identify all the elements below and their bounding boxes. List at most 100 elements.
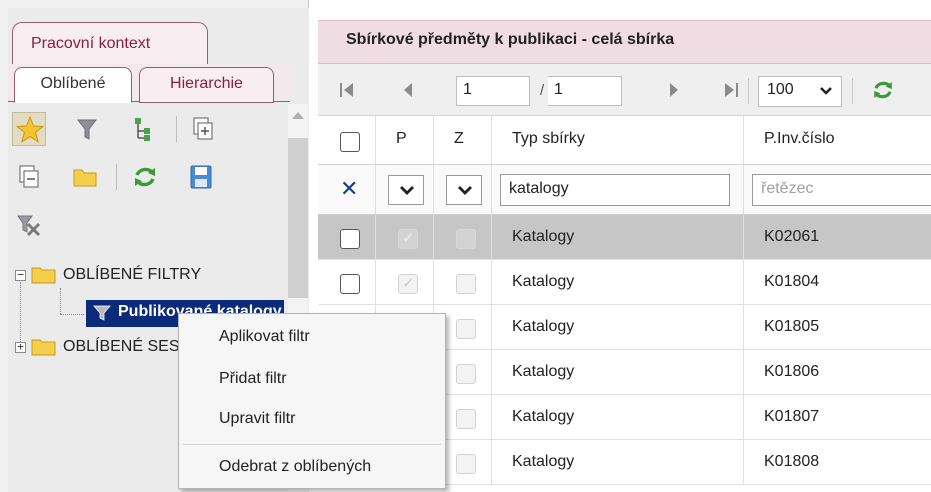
column-header-typ-sbirky[interactable]: Typ sbírky bbox=[492, 116, 744, 164]
filter-z-cell bbox=[434, 165, 492, 214]
menu-separator bbox=[183, 444, 441, 445]
folder-open-icon bbox=[31, 267, 56, 284]
tree-connector bbox=[20, 282, 21, 348]
pager-toolbar: 1 / 1 100 bbox=[318, 64, 931, 116]
favorites-star-button[interactable] bbox=[12, 112, 46, 146]
z-checkbox bbox=[456, 229, 476, 249]
clear-filter-icon[interactable]: ✕ bbox=[340, 177, 358, 201]
filter-z-dropdown[interactable] bbox=[446, 175, 482, 205]
grid-header-bar: Sbírkové předměty k publikaci - celá sbí… bbox=[318, 20, 931, 64]
scroll-up-arrow-icon[interactable] bbox=[292, 112, 304, 119]
previous-page-icon[interactable] bbox=[398, 79, 420, 101]
remove-filter-icon bbox=[17, 215, 41, 237]
filter-p-dropdown[interactable] bbox=[388, 175, 424, 205]
column-header-label: P bbox=[396, 130, 407, 147]
filter-button[interactable] bbox=[70, 112, 104, 146]
expand-all-button[interactable] bbox=[186, 112, 220, 146]
filter-typ-cell: katalogy bbox=[492, 165, 744, 214]
total-pages-field: 1 bbox=[548, 76, 622, 106]
scroll-thumb[interactable] bbox=[288, 138, 308, 298]
table-row[interactable]: ✓ Katalogy K01804 bbox=[318, 260, 931, 305]
cell-typ: Katalogy bbox=[512, 228, 575, 245]
cell-typ: Katalogy bbox=[512, 363, 575, 380]
tree-collapse-toggle[interactable]: − bbox=[15, 269, 26, 281]
toolbar-row-3 bbox=[8, 200, 290, 248]
folder-icon bbox=[31, 339, 56, 356]
tree-expand-toggle[interactable]: + bbox=[15, 341, 26, 353]
column-header-p[interactable]: P bbox=[376, 116, 434, 164]
refresh-icon bbox=[135, 167, 155, 187]
z-checkbox bbox=[456, 274, 476, 294]
collapse-all-button[interactable] bbox=[12, 160, 46, 194]
grid-header-row: P Z Typ sbírky P.Inv.číslo bbox=[318, 116, 931, 165]
page-size-value: 100 bbox=[767, 81, 794, 98]
refresh-button[interactable] bbox=[128, 160, 162, 194]
menu-item-aplikovat-filtr[interactable]: Aplikovat filtr bbox=[179, 318, 445, 356]
select-all-checkbox[interactable] bbox=[340, 132, 360, 152]
row-checkbox[interactable] bbox=[340, 274, 360, 294]
cell-inv: K02061 bbox=[764, 228, 820, 245]
star-icon bbox=[15, 115, 45, 143]
page-size-select[interactable]: 100 bbox=[758, 76, 842, 107]
z-checkbox bbox=[456, 364, 476, 384]
next-page-icon[interactable] bbox=[662, 79, 684, 101]
cell-inv: K01807 bbox=[764, 408, 820, 425]
row-checkbox[interactable] bbox=[340, 229, 360, 249]
p-checkbox: ✓ bbox=[398, 229, 418, 249]
menu-item-odebrat-z-oblibenych[interactable]: Odebrat z oblíbených bbox=[179, 448, 445, 486]
tab-oblibene[interactable]: Oblíbené bbox=[14, 67, 132, 103]
z-checkbox bbox=[456, 454, 476, 474]
toolbar-row-1 bbox=[8, 104, 290, 152]
z-checkbox bbox=[456, 319, 476, 339]
first-page-icon[interactable] bbox=[336, 79, 358, 101]
tab-hierarchie[interactable]: Hierarchie bbox=[139, 67, 274, 103]
column-header-z[interactable]: Z bbox=[434, 116, 492, 164]
cell-inv: K01805 bbox=[764, 318, 820, 335]
tree-structure-button[interactable] bbox=[124, 112, 158, 146]
remove-filter-button[interactable] bbox=[12, 208, 46, 242]
refresh-icon[interactable] bbox=[868, 75, 898, 105]
cell-inv: K01804 bbox=[764, 273, 820, 290]
current-page-input[interactable]: 1 bbox=[456, 76, 530, 106]
cell-typ: Katalogy bbox=[512, 453, 575, 470]
pager-separator bbox=[748, 78, 749, 104]
table-row[interactable]: ✓ Katalogy K02061 bbox=[318, 215, 931, 260]
tree-node-oblibene-filtry[interactable]: OBLÍBENÉ FILTRY bbox=[63, 266, 201, 284]
last-page-icon[interactable] bbox=[720, 79, 742, 101]
save-button[interactable] bbox=[184, 160, 218, 194]
cell-inv: K01808 bbox=[764, 453, 820, 470]
grid-filter-row: ✕ katalogy řetězec bbox=[318, 165, 931, 215]
hierarchy-icon bbox=[135, 118, 150, 141]
menu-item-upravit-filtr[interactable]: Upravit filtr bbox=[179, 400, 445, 438]
clear-filter-cell: ✕ bbox=[318, 165, 376, 214]
filter-p-cell bbox=[376, 165, 434, 214]
column-header-label: Typ sbírky bbox=[512, 130, 585, 147]
chevron-down-icon bbox=[820, 87, 832, 95]
column-header-inv-cislo[interactable]: P.Inv.číslo bbox=[744, 116, 931, 164]
funnel-icon bbox=[76, 119, 98, 140]
filter-typ-input[interactable]: katalogy bbox=[500, 174, 730, 206]
select-all-cell bbox=[318, 116, 376, 164]
toolbar-row-2 bbox=[8, 152, 290, 200]
cell-typ: Katalogy bbox=[512, 318, 575, 335]
chevron-down-icon bbox=[400, 186, 414, 195]
expand-all-icon bbox=[193, 117, 213, 140]
folder-button[interactable] bbox=[68, 160, 102, 194]
p-checkbox: ✓ bbox=[398, 274, 418, 294]
folder-icon bbox=[73, 169, 97, 187]
column-header-label: Z bbox=[454, 130, 464, 147]
column-header-label: P.Inv.číslo bbox=[764, 130, 835, 147]
tab-pracovni-kontext[interactable]: Pracovní kontext bbox=[12, 22, 208, 66]
context-menu: Aplikovat filtr Přidat filtr Upravit fil… bbox=[178, 313, 446, 489]
pager-separator bbox=[852, 78, 853, 104]
filter-inv-input[interactable]: řetězec bbox=[752, 174, 931, 206]
menu-item-pridat-filtr[interactable]: Přidat filtr bbox=[179, 360, 445, 398]
funnel-icon bbox=[93, 305, 111, 321]
tree-connector bbox=[60, 314, 84, 315]
page-title: Sbírkové předměty k publikaci - celá sbí… bbox=[346, 31, 675, 48]
cell-inv: K01806 bbox=[764, 363, 820, 380]
floppy-disk-icon bbox=[190, 165, 212, 189]
filter-inv-cell: řetězec bbox=[744, 165, 931, 214]
z-checkbox bbox=[456, 409, 476, 429]
page-separator: / bbox=[540, 82, 545, 99]
